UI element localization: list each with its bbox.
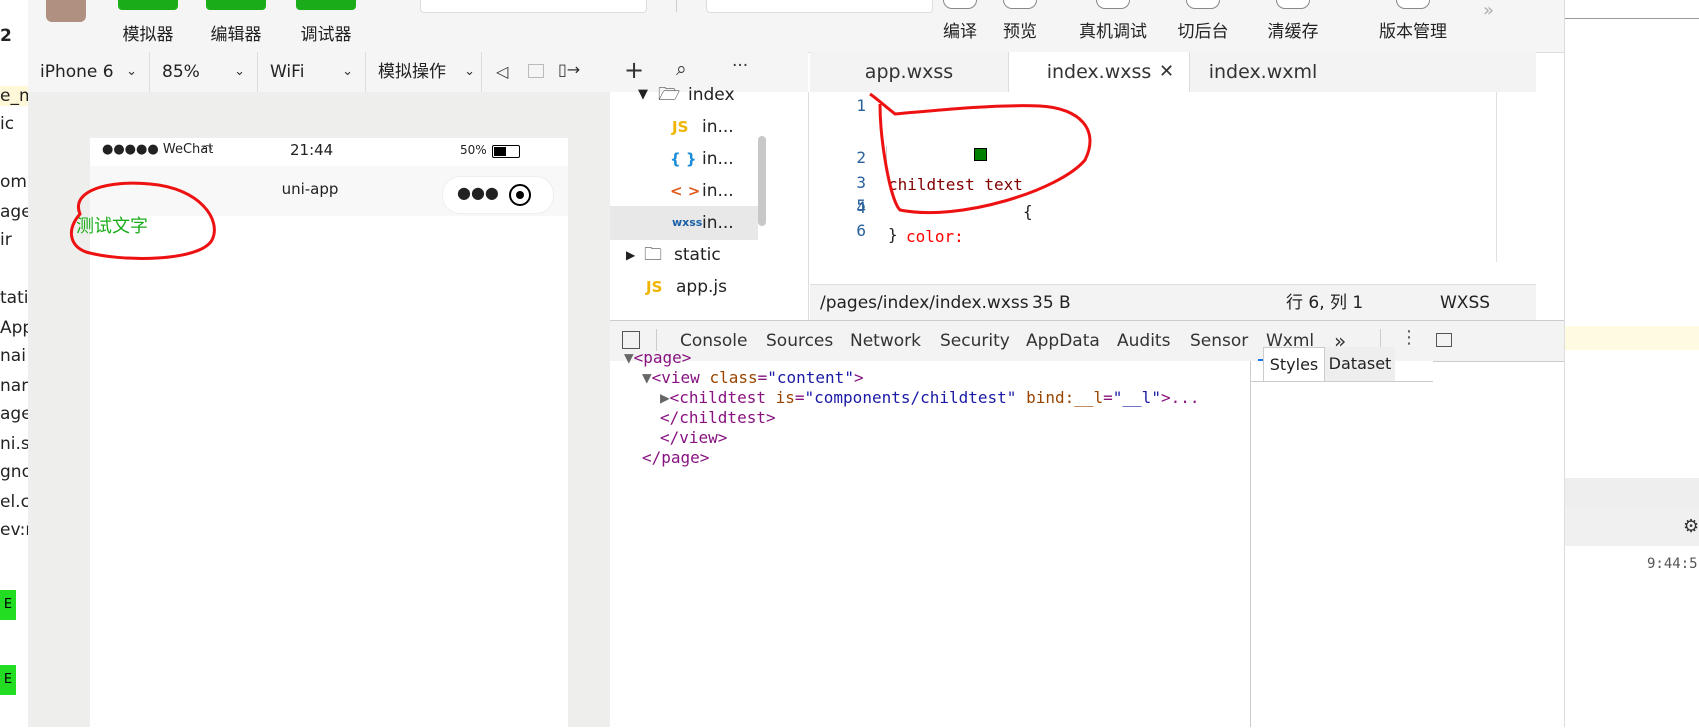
red-circle-code [869,92,1092,215]
red-circle-phone-text [70,181,216,260]
red-annotation-overlay [70,92,1092,260]
